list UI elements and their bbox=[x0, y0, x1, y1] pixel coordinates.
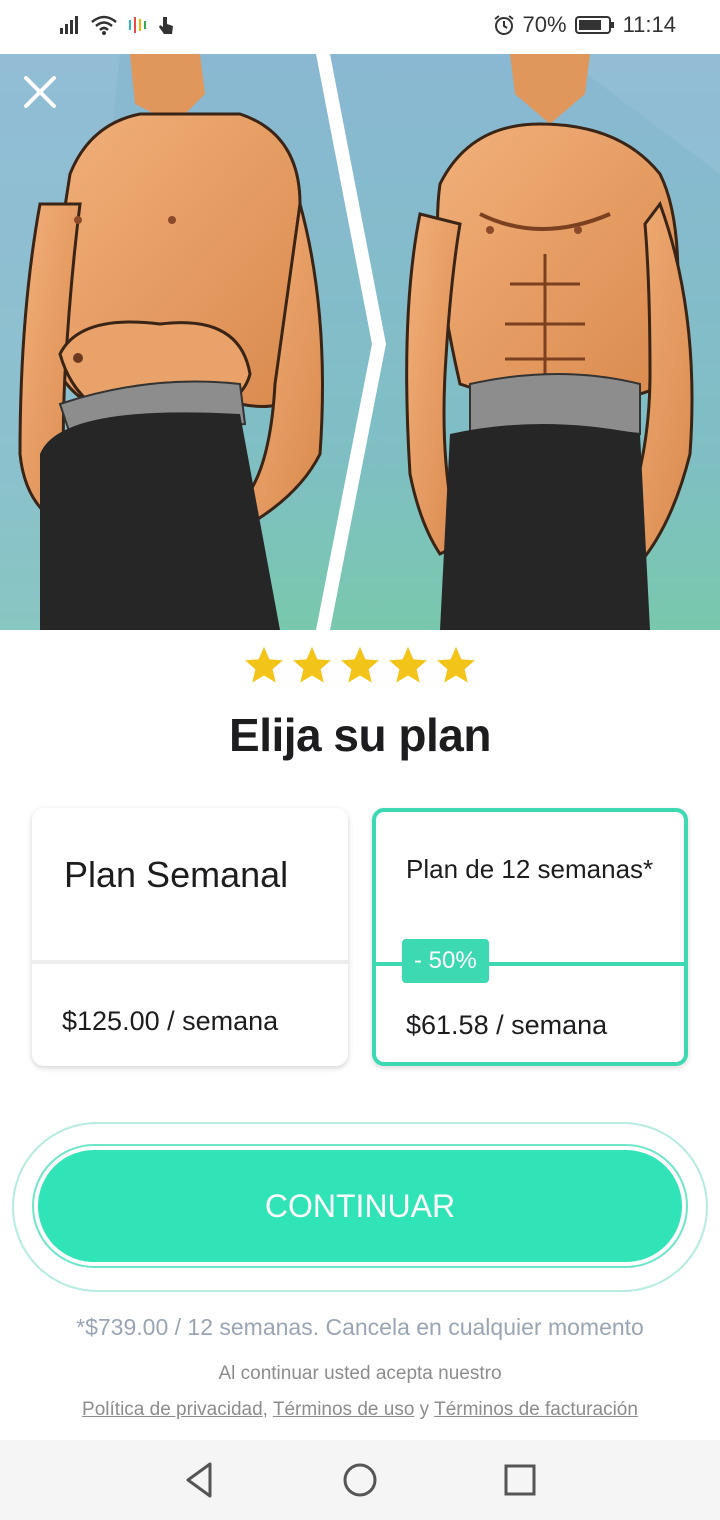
app-dots-icon bbox=[129, 17, 146, 33]
rating-stars bbox=[0, 644, 720, 688]
star-icon bbox=[341, 646, 379, 683]
system-navigation-bar bbox=[0, 1440, 720, 1520]
plan-card-12-weeks[interactable]: Plan de 12 semanas* - 50% $61.58 / seman… bbox=[372, 808, 688, 1066]
legal-separator: , bbox=[262, 1399, 268, 1420]
plan-card-weekly[interactable]: Plan Semanal $125.00 / semana bbox=[32, 808, 348, 1066]
battery-icon bbox=[574, 16, 614, 34]
plan-divider bbox=[32, 960, 348, 964]
alarm-icon bbox=[493, 15, 514, 35]
close-button[interactable] bbox=[18, 70, 62, 114]
home-button[interactable] bbox=[338, 1458, 382, 1502]
legal-and: y bbox=[419, 1399, 430, 1420]
billing-terms-link[interactable]: Términos de facturación bbox=[434, 1399, 638, 1420]
recents-button[interactable] bbox=[498, 1458, 542, 1502]
page-title: Elija su plan bbox=[229, 709, 491, 761]
status-icons-right: 70% 11:14 bbox=[493, 12, 676, 38]
home-circle-icon bbox=[343, 1463, 377, 1497]
star-icon bbox=[437, 646, 475, 683]
status-icons-left bbox=[58, 14, 176, 36]
terms-of-use-link[interactable]: Términos de uso bbox=[273, 1399, 415, 1420]
hero-image bbox=[0, 54, 720, 630]
discount-badge: - 50% bbox=[402, 939, 489, 983]
plan-price: $125.00 / semana bbox=[62, 1006, 279, 1036]
battery-percent: 70% bbox=[522, 12, 567, 37]
signal-icon bbox=[60, 16, 78, 34]
close-icon bbox=[24, 76, 56, 108]
plan-name: Plan de 12 semanas* bbox=[406, 854, 654, 884]
price-footnote: *$739.00 / 12 semanas. Cancela en cualqu… bbox=[76, 1314, 644, 1340]
star-icon bbox=[245, 646, 283, 683]
status-bar: 70% 11:14 bbox=[0, 0, 720, 54]
clock: 11:14 bbox=[622, 12, 676, 37]
plan-name: Plan Semanal bbox=[64, 854, 289, 895]
before-after-illustration bbox=[0, 54, 720, 630]
continue-button[interactable]: CONTINUAR bbox=[34, 1146, 686, 1266]
privacy-policy-link[interactable]: Política de privacidad bbox=[82, 1399, 263, 1420]
plan-price: $61.58 / semana bbox=[406, 1010, 608, 1040]
legal-intro: Al continuar usted acepta nuestro bbox=[218, 1363, 502, 1384]
recents-square-icon bbox=[504, 1464, 536, 1496]
back-triangle-icon bbox=[186, 1462, 212, 1498]
back-button[interactable] bbox=[178, 1458, 222, 1502]
legal-links: Política de privacidad, Términos de uso … bbox=[0, 1399, 720, 1421]
star-icon bbox=[389, 646, 427, 683]
wifi-icon bbox=[91, 15, 117, 35]
touch-icon bbox=[159, 17, 173, 34]
star-icon bbox=[293, 646, 331, 683]
